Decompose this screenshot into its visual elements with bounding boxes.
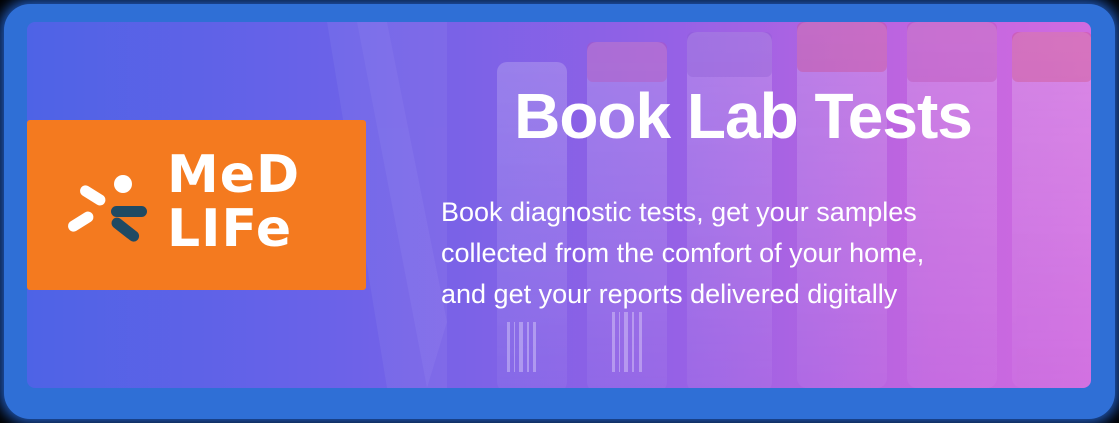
description-line-2: collected from the comfort of your home, — [441, 238, 925, 268]
banner-headline: Book Lab Tests — [514, 80, 973, 152]
book-lab-tests-banner[interactable]: MeD LIFe Book Lab Tests Book diagnostic … — [27, 22, 1091, 388]
banner-description: Book diagnostic tests, get your samples … — [441, 192, 1061, 315]
medlife-wordmark: MeD LIFe — [167, 148, 357, 256]
description-line-1: Book diagnostic tests, get your samples — [441, 197, 917, 227]
medlife-logo: MeD LIFe — [27, 120, 366, 290]
logo-line-med: MeD — [167, 145, 301, 205]
description-line-3: and get your reports delivered digitally — [441, 279, 898, 309]
medlife-figure-icon — [68, 175, 147, 242]
logo-line-life: LIFe — [167, 199, 293, 259]
